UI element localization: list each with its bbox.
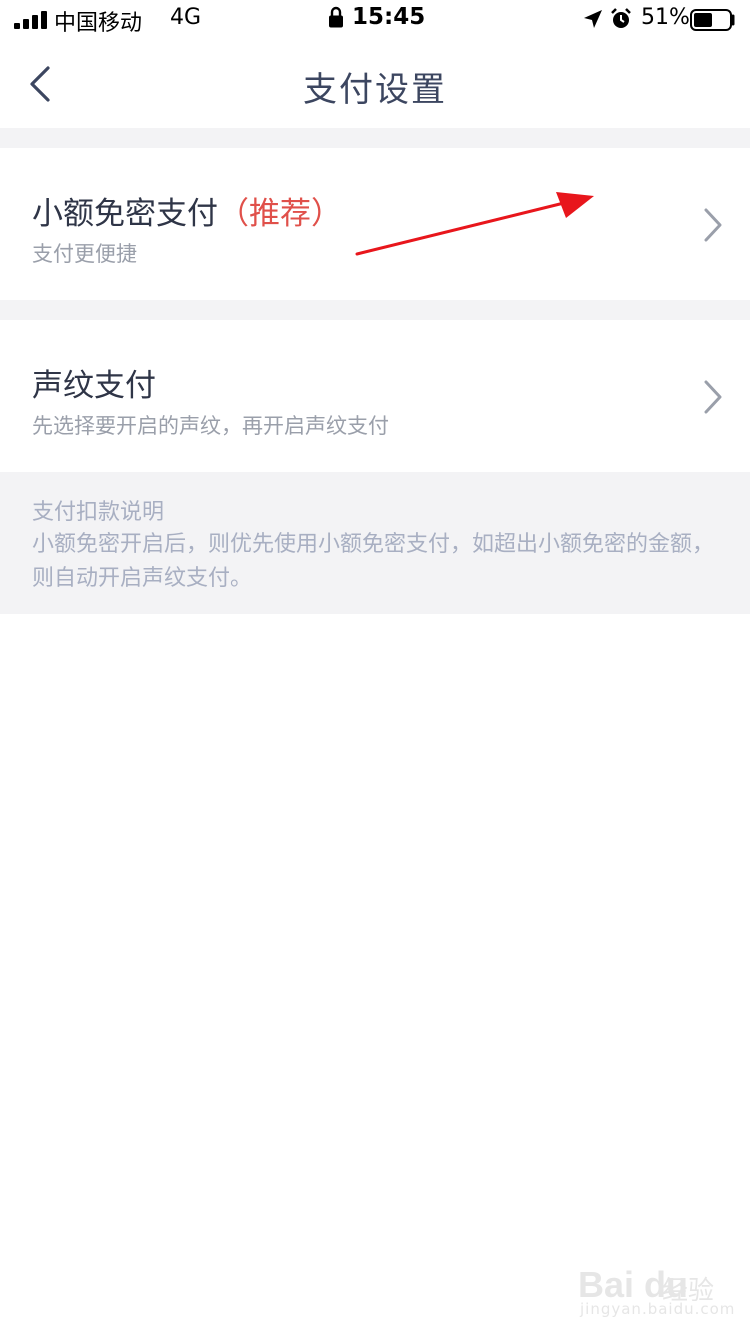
- chevron-right-icon: [704, 380, 722, 414]
- section-divider: [0, 300, 750, 320]
- info-title: 支付扣款说明: [32, 500, 165, 525]
- row-subtitle: 先选择要开启的声纹，再开启声纹支付: [32, 414, 389, 438]
- payment-deduction-info: 支付扣款说明 小额免密开启后，则优先使用小额免密支付，如超出小额免密的金额，则自…: [0, 472, 750, 614]
- small-amount-password-free-payment-row[interactable]: 小额免密支付（推荐） 支付更便捷: [0, 148, 750, 300]
- page-title: 支付设置: [303, 70, 447, 110]
- info-text: 小额免密开启后，则优先使用小额免密支付，如超出小额免密的金额，则自动开启声纹支付…: [32, 532, 715, 591]
- alarm-icon: [611, 8, 631, 28]
- chevron-right-icon: [704, 208, 722, 242]
- row-title: 小额免密支付（推荐）: [32, 188, 342, 233]
- location-icon: [584, 10, 602, 28]
- navigation-bar: 支付设置: [0, 40, 750, 128]
- carrier-name: 中国移动: [54, 11, 143, 36]
- row-subtitle: 支付更便捷: [32, 242, 137, 266]
- voiceprint-payment-row[interactable]: 声纹支付 先选择要开启的声纹，再开启声纹支付: [0, 320, 750, 472]
- recommended-tag: （推荐）: [218, 196, 342, 232]
- baidu-jingyan-watermark: Bai du 经验 jingyan.baidu.com: [572, 1262, 742, 1322]
- battery-percentage: 51%: [641, 5, 690, 30]
- battery-icon: [690, 9, 735, 31]
- section-divider: [0, 128, 750, 148]
- row-title: 声纹支付: [32, 368, 156, 404]
- network-type: 4G: [170, 5, 202, 30]
- row-title-text: 小额免密支付: [32, 196, 218, 232]
- status-bar: 中国移动 4G 15:45 51%: [0, 0, 750, 40]
- lock-icon: [329, 6, 343, 28]
- status-time: 15:45: [352, 4, 426, 30]
- watermark-url: jingyan.baidu.com: [580, 1300, 736, 1318]
- signal-icon: [14, 11, 48, 29]
